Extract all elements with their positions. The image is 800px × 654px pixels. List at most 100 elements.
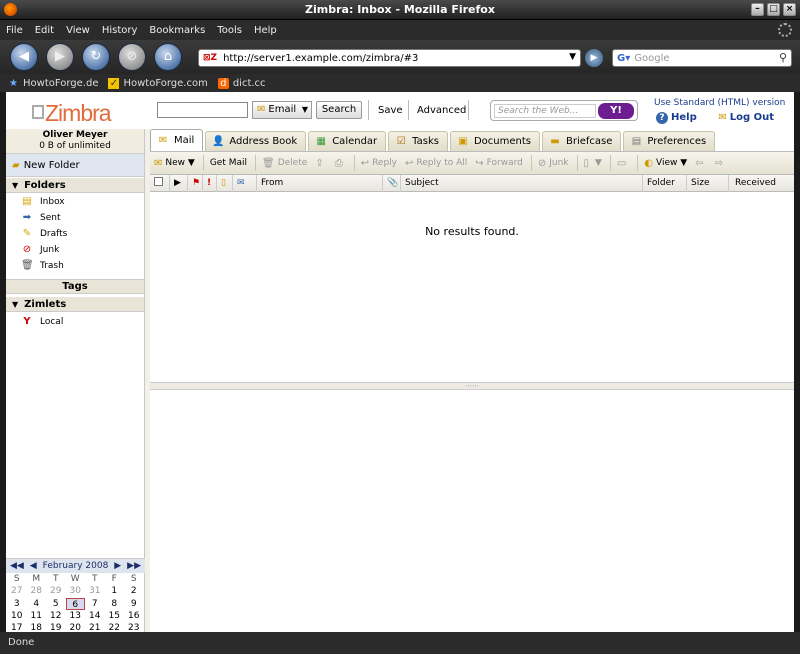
folders-header[interactable]: ▼ Folders <box>6 177 144 193</box>
delete-button[interactable]: 🗑 Delete <box>262 158 307 169</box>
calendar-day[interactable]: 15 <box>105 610 125 622</box>
prev-year-icon[interactable]: ◀◀ <box>10 561 24 571</box>
zimbra-logo[interactable]: Zimbra <box>32 100 112 127</box>
tab-documents[interactable]: ▣ Documents <box>449 131 540 151</box>
tag-button[interactable]: ▯ ▼ <box>584 158 602 169</box>
tab-mail[interactable]: ✉ Mail <box>150 129 204 151</box>
calendar-day[interactable]: 8 <box>105 598 125 610</box>
search-engine-input[interactable]: G▾ Google ⚲ <box>612 49 792 67</box>
calendar-day[interactable]: 13 <box>66 610 86 622</box>
advanced-search-button[interactable]: Advanced <box>417 105 466 116</box>
web-search-input[interactable]: Search the Web... <box>494 104 596 118</box>
reading-pane-splitter[interactable]: ⋯⋯ <box>150 382 794 390</box>
maximize-button[interactable]: □ <box>767 3 780 16</box>
menu-edit[interactable]: Edit <box>35 25 54 36</box>
new-button[interactable]: ✉ New ▼ <box>154 158 195 169</box>
get-mail-button[interactable]: Get Mail <box>210 158 247 168</box>
help-link[interactable]: ? Help <box>656 112 697 124</box>
tab-address-book[interactable]: 👤 Address Book <box>205 131 307 151</box>
forward-mail-button[interactable]: ↪ Forward <box>475 158 523 169</box>
go-button[interactable]: ▶ <box>585 49 603 67</box>
priority-column[interactable]: ! <box>203 175 217 192</box>
column-received[interactable]: Received <box>729 175 794 192</box>
zimlet-local[interactable]: Y Local <box>6 314 144 330</box>
home-button[interactable]: ⌂ <box>154 43 182 71</box>
calendar-day[interactable]: 28 <box>27 585 47 597</box>
menu-file[interactable]: File <box>6 25 23 36</box>
reply-all-button[interactable]: ↩ Reply to All <box>405 158 467 169</box>
zimlets-header[interactable]: ▼ Zimlets <box>6 296 144 312</box>
tab-preferences[interactable]: ▤ Preferences <box>623 131 716 151</box>
minimize-button[interactable]: – <box>751 3 764 16</box>
print-button[interactable]: ⎙ <box>335 158 346 169</box>
calendar-day[interactable]: 9 <box>124 598 144 610</box>
next-year-icon[interactable]: ▶▶ <box>127 561 141 571</box>
calendar-day[interactable]: 5 <box>46 598 66 610</box>
folder-drafts[interactable]: ✎ Drafts <box>6 226 144 242</box>
google-icon[interactable]: G▾ <box>617 53 630 64</box>
expand-column[interactable]: ▶ <box>170 175 188 192</box>
new-folder-button[interactable]: ▰ New Folder <box>6 153 144 177</box>
next-month-icon[interactable]: ▶ <box>114 561 121 571</box>
calendar-day[interactable]: 3 <box>7 598 27 610</box>
close-button[interactable]: × <box>783 3 796 16</box>
url-bar[interactable]: ⊠Z http://server1.example.com/zimbra/#3 … <box>198 49 581 67</box>
folder-sent[interactable]: ➡ Sent <box>6 210 144 226</box>
move-button[interactable]: ⇪ <box>315 158 326 169</box>
next-page-button[interactable]: ⇨ <box>715 158 726 169</box>
view-button[interactable]: ◐ View ▼ <box>644 158 687 169</box>
yahoo-search-button[interactable]: Y! <box>598 103 634 119</box>
column-from[interactable]: From <box>257 175 383 192</box>
calendar-day[interactable]: 30 <box>66 585 86 597</box>
forward-button[interactable]: ▶ <box>46 43 74 71</box>
bookmark-item[interactable]: ✓ HowtoForge.com <box>108 77 208 89</box>
back-button[interactable]: ◀ <box>10 43 38 71</box>
calendar-day[interactable]: 10 <box>7 610 27 622</box>
calendar-day[interactable]: 12 <box>46 610 66 622</box>
tags-header[interactable]: Tags <box>6 279 144 294</box>
save-search-button[interactable]: Save <box>378 105 403 116</box>
calendar-day[interactable]: 4 <box>27 598 47 610</box>
standard-version-link[interactable]: Use Standard (HTML) version <box>654 98 785 108</box>
menu-help[interactable]: Help <box>254 25 277 36</box>
status-column[interactable]: ✉ <box>233 175 257 192</box>
menu-history[interactable]: History <box>102 25 138 36</box>
calendar-day[interactable]: 6 <box>65 597 85 610</box>
flag-column[interactable]: ⚑ <box>188 175 203 192</box>
select-all-checkbox[interactable] <box>150 175 170 192</box>
prev-page-button[interactable]: ⇦ <box>695 158 706 169</box>
search-icon[interactable]: ⚲ <box>779 51 787 64</box>
calendar-day[interactable]: 27 <box>7 585 27 597</box>
logout-link[interactable]: ✉ Log Out <box>718 112 774 124</box>
stop-button[interactable]: ⊘ <box>118 43 146 71</box>
calendar-day[interactable]: 11 <box>27 610 47 622</box>
bookmark-item[interactable]: ★ HowtoForge.de <box>8 78 98 89</box>
calendar-day[interactable]: 29 <box>46 585 66 597</box>
detach-button[interactable]: ▭ <box>617 158 629 169</box>
column-size[interactable]: Size <box>687 175 729 192</box>
chevron-down-icon[interactable]: ▼ <box>569 52 576 62</box>
column-folder[interactable]: Folder <box>643 175 687 192</box>
search-input[interactable] <box>157 102 248 118</box>
calendar-day[interactable]: 31 <box>85 585 105 597</box>
search-type-dropdown[interactable]: ✉ Email ▼ <box>252 101 312 119</box>
calendar-day[interactable]: 16 <box>124 610 144 622</box>
column-subject[interactable]: Subject <box>401 175 643 192</box>
menu-view[interactable]: View <box>66 25 90 36</box>
prev-month-icon[interactable]: ◀ <box>30 561 37 571</box>
tag-column[interactable]: ▯ <box>217 175 233 192</box>
folder-inbox[interactable]: ▤ Inbox <box>6 194 144 210</box>
folder-junk[interactable]: ⊘ Junk <box>6 242 144 258</box>
folder-trash[interactable]: 🗑 Trash <box>6 258 144 274</box>
reload-button[interactable]: ↻ <box>82 43 110 71</box>
tab-briefcase[interactable]: ▬ Briefcase <box>542 131 622 151</box>
junk-button[interactable]: ⊘ Junk <box>538 158 569 169</box>
calendar-day[interactable]: 14 <box>85 610 105 622</box>
menu-tools[interactable]: Tools <box>217 25 242 36</box>
tab-calendar[interactable]: ▦ Calendar <box>308 131 387 151</box>
calendar-day[interactable]: 1 <box>105 585 125 597</box>
search-button[interactable]: Search <box>316 101 362 119</box>
bookmark-item[interactable]: d dict.cc <box>217 77 266 89</box>
attachment-column[interactable]: 📎 <box>383 175 401 192</box>
calendar-day[interactable]: 7 <box>85 598 105 610</box>
